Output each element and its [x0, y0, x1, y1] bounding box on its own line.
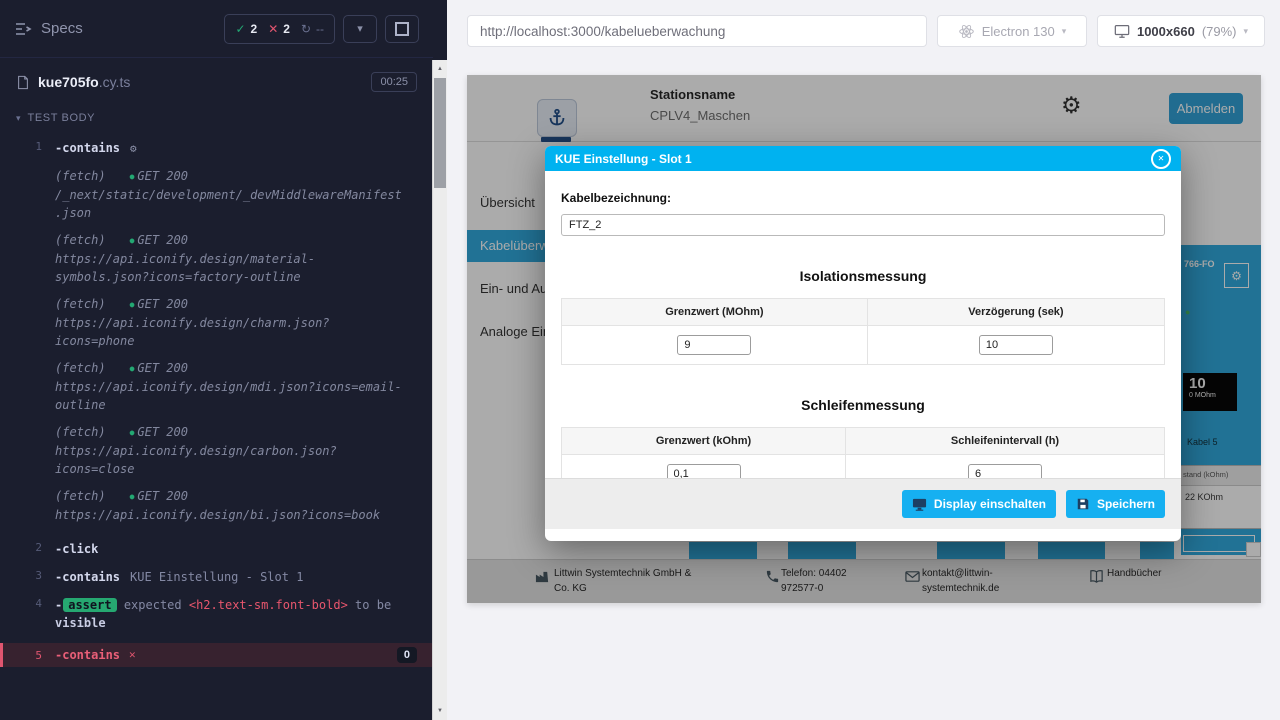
suite-row[interactable]: ▾ TEST BODY — [0, 112, 433, 124]
status-dot-icon: ● — [130, 172, 135, 181]
chevron-down-icon: ▾ — [16, 113, 21, 124]
modal-footer: Display einschalten Speichern — [545, 478, 1181, 529]
refresh-icon: ↻ — [301, 22, 311, 36]
isolation-table: Grenzwert (MOhm) Verzögerung (sek) — [561, 298, 1165, 365]
gear-icon: ⚙ — [130, 142, 137, 155]
cross-icon: ✕ — [268, 22, 278, 36]
status-dot-icon: ● — [130, 300, 135, 309]
test-stats: ✓ 2 ✕ 2 ↻ -- — [224, 14, 335, 44]
isolation-limit-header: Grenzwert (MOhm) — [562, 299, 868, 326]
command-contains-failed[interactable]: 5 -contains ✕ 0 — [0, 643, 433, 667]
viewport-selector[interactable]: 1000x660 (79%) ▾ — [1097, 15, 1265, 47]
fail-x-icon: ✕ — [129, 648, 136, 661]
display-on-button[interactable]: Display einschalten — [902, 490, 1056, 518]
viewport-zoom: (79%) — [1202, 24, 1237, 39]
stop-button[interactable] — [385, 15, 419, 43]
fetch-log-entry[interactable]: (fetch)●GET 200 https://api.iconify.desi… — [55, 231, 417, 286]
loop-section-heading: Schleifenmessung — [561, 397, 1165, 413]
command-click[interactable]: 2 -click — [0, 535, 433, 563]
fetch-log-entry[interactable]: (fetch)●GET 200 https://api.iconify.desi… — [55, 359, 417, 414]
browser-selector[interactable]: Electron 130 ▾ — [937, 15, 1087, 47]
check-icon: ✓ — [235, 22, 245, 36]
monitor-icon — [912, 497, 927, 512]
fetch-log-entry[interactable]: (fetch)●GET 200 https://api.iconify.desi… — [55, 295, 417, 350]
collapse-button[interactable]: ▾ — [343, 15, 377, 43]
cypress-runner: Specs ✓ 2 ✕ 2 ↻ -- — [0, 0, 1280, 720]
chevron-down-icon: ▾ — [357, 22, 363, 35]
browser-label: Electron 130 — [982, 24, 1055, 39]
close-icon[interactable]: ✕ — [1151, 149, 1171, 169]
fetch-log-entry[interactable]: (fetch)●GET 200 https://api.iconify.desi… — [55, 423, 417, 478]
failed-stat: ✕ 2 — [268, 22, 290, 36]
fetch-log-entry[interactable]: (fetch)●GET 200 https://api.iconify.desi… — [55, 487, 417, 524]
cable-name-label: Kabelbezeichnung: — [561, 191, 1165, 205]
stop-icon — [395, 22, 409, 36]
command-assert[interactable]: 4 -assert expected <h2.text-sm.font-bold… — [0, 591, 433, 637]
reporter-panel: Specs ✓ 2 ✕ 2 ↻ -- — [0, 0, 447, 720]
electron-icon — [958, 23, 975, 40]
status-dot-icon: ● — [130, 492, 135, 501]
status-dot-icon: ● — [130, 428, 135, 437]
passed-stat: ✓ 2 — [235, 22, 257, 36]
app-under-test: Stationsname CPLV4_Maschen ⚙ Abmelden Üb… — [467, 75, 1261, 603]
isolation-delay-input[interactable] — [979, 335, 1053, 355]
chevron-down-icon: ▾ — [1244, 26, 1249, 37]
isolation-section-heading: Isolationsmessung — [561, 268, 1165, 284]
spec-file-row[interactable]: kue705fo.cy.ts 00:25 — [0, 72, 433, 92]
scroll-up-icon[interactable]: ▲ — [433, 62, 447, 76]
cable-name-input[interactable] — [561, 214, 1165, 236]
url-input[interactable] — [467, 15, 927, 47]
reporter-scrollbar[interactable]: ▲ ▼ — [432, 60, 447, 720]
save-button[interactable]: Speichern — [1066, 490, 1165, 518]
kue-settings-modal: KUE Einstellung - Slot 1 ✕ Kabelbezeichn… — [545, 146, 1181, 541]
specs-list-icon[interactable] — [14, 20, 32, 38]
spec-file-name: kue705fo.cy.ts — [38, 74, 130, 90]
command-contains-2[interactable]: 3 -containsKUE Einstellung - Slot 1 — [0, 563, 433, 591]
loop-interval-header: Schleifenintervall (h) — [846, 428, 1165, 455]
loop-limit-header: Grenzwert (kOhm) — [562, 428, 846, 455]
specs-label[interactable]: Specs — [41, 20, 83, 37]
isolation-delay-header: Verzögerung (sek) — [867, 299, 1164, 326]
file-icon — [16, 75, 30, 90]
aut-region: Electron 130 ▾ 1000x660 (79%) ▾ Stations… — [447, 0, 1280, 720]
retry-count-badge: 0 — [397, 647, 417, 663]
pending-stat: ↻ -- — [301, 22, 324, 36]
runner-toolbar: Electron 130 ▾ 1000x660 (79%) ▾ — [447, 0, 1280, 62]
monitor-icon — [1114, 23, 1130, 39]
status-dot-icon: ● — [130, 236, 135, 245]
save-floppy-icon — [1076, 497, 1090, 511]
command-contains-1[interactable]: 1 -contains⚙ — [0, 134, 433, 163]
isolation-limit-input[interactable] — [677, 335, 751, 355]
scrollbar-thumb[interactable] — [434, 78, 446, 188]
modal-title-bar: KUE Einstellung - Slot 1 ✕ — [545, 146, 1181, 171]
assert-badge: assert — [63, 598, 116, 612]
viewport-size: 1000x660 — [1137, 24, 1195, 39]
chevron-down-icon: ▾ — [1062, 26, 1067, 37]
test-duration-badge: 00:25 — [371, 72, 417, 92]
network-requests: (fetch)●GET 200 /_next/static/developmen… — [0, 163, 433, 535]
command-log: 1 -contains⚙ (fetch)●GET 200 /_next/stat… — [0, 134, 433, 667]
modal-title: KUE Einstellung - Slot 1 — [555, 152, 692, 166]
suite-label: TEST BODY — [28, 112, 96, 124]
status-dot-icon: ● — [130, 364, 135, 373]
fetch-log-entry[interactable]: (fetch)●GET 200 /_next/static/developmen… — [55, 167, 417, 222]
modal-body: Kabelbezeichnung: Isolationsmessung Gren… — [545, 171, 1181, 494]
reporter-content: Specs ✓ 2 ✕ 2 ↻ -- — [0, 0, 433, 720]
reporter-header: Specs ✓ 2 ✕ 2 ↻ -- — [0, 0, 433, 58]
scroll-down-icon[interactable]: ▼ — [433, 704, 447, 718]
reporter-controls: ✓ 2 ✕ 2 ↻ -- ▾ — [224, 14, 419, 44]
